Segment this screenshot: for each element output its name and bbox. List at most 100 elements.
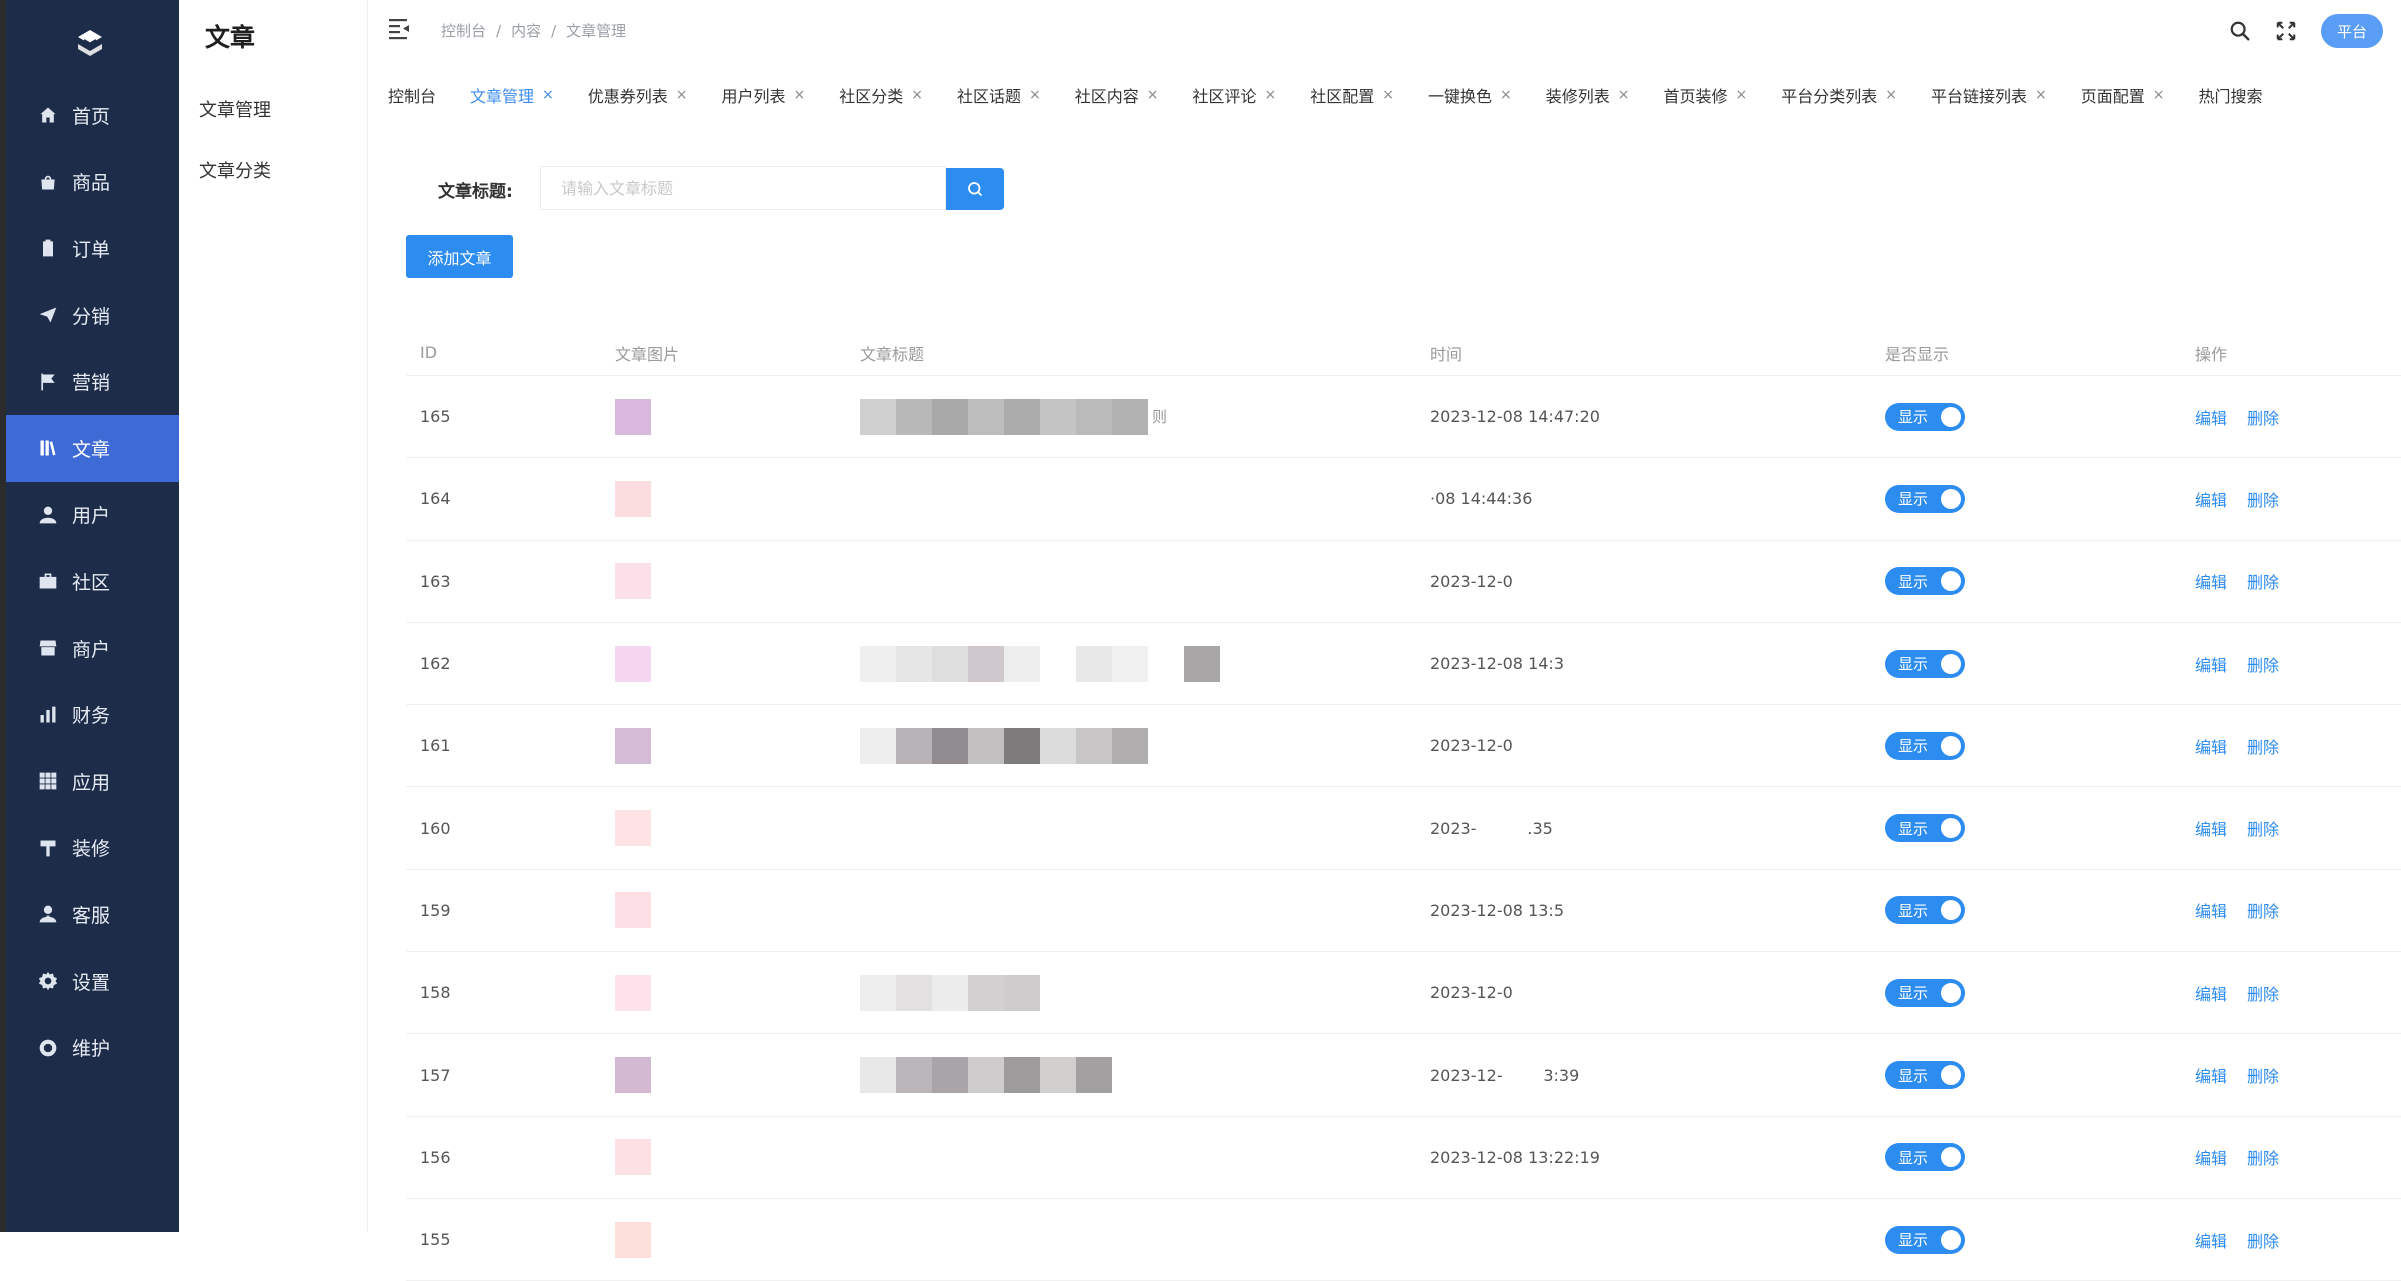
sidebar-item-4[interactable]: 营销 [6, 348, 179, 415]
close-icon[interactable]: × [911, 87, 923, 103]
user-avatar[interactable]: 平台 [2321, 14, 2383, 48]
tab-9[interactable]: 一键换色 × [1428, 83, 1512, 107]
article-thumbnail[interactable] [615, 1057, 651, 1094]
add-article-button[interactable]: 添加文章 [406, 235, 513, 278]
article-thumbnail[interactable] [615, 398, 651, 435]
sidebar-item-6[interactable]: 用户 [6, 482, 179, 549]
close-icon[interactable]: × [1029, 87, 1041, 103]
breadcrumb-item[interactable]: 内容 [511, 22, 541, 40]
collapse-menu-icon[interactable] [387, 16, 411, 40]
close-icon[interactable]: × [1265, 87, 1277, 103]
edit-button[interactable]: 编辑 [2195, 656, 2227, 675]
article-thumbnail[interactable] [615, 974, 651, 1011]
delete-button[interactable]: 删除 [2247, 1149, 2279, 1168]
tab-10[interactable]: 装修列表 × [1546, 83, 1630, 107]
edit-button[interactable]: 编辑 [2195, 738, 2227, 757]
tab-6[interactable]: 社区内容 × [1075, 83, 1159, 107]
article-thumbnail[interactable] [615, 727, 651, 764]
edit-button[interactable]: 编辑 [2195, 1232, 2227, 1251]
edit-button[interactable]: 编辑 [2195, 985, 2227, 1004]
sidebar-item-7[interactable]: 社区 [6, 548, 179, 615]
sidebar-item-10[interactable]: 应用 [6, 748, 179, 815]
delete-button[interactable]: 删除 [2247, 1232, 2279, 1251]
tab-5[interactable]: 社区话题 × [957, 83, 1041, 107]
visible-toggle[interactable]: 显示 [1885, 1061, 1965, 1090]
article-thumbnail[interactable] [615, 1139, 651, 1176]
tab-13[interactable]: 平台链接列表 × [1931, 83, 2047, 107]
delete-button[interactable]: 删除 [2247, 1067, 2279, 1086]
search-icon[interactable] [2229, 20, 2251, 42]
tab-8[interactable]: 社区配置 × [1310, 83, 1394, 107]
sidebar-item-1[interactable]: 商品 [6, 149, 179, 216]
article-thumbnail[interactable] [615, 892, 651, 929]
visible-toggle[interactable]: 显示 [1885, 484, 1965, 513]
visible-toggle[interactable]: 显示 [1885, 731, 1965, 760]
visible-toggle[interactable]: 显示 [1885, 567, 1965, 596]
tab-15[interactable]: 热门搜索 [2199, 83, 2263, 107]
breadcrumb-item[interactable]: 控制台 [441, 22, 486, 40]
edit-button[interactable]: 编辑 [2195, 1067, 2227, 1086]
delete-button[interactable]: 删除 [2247, 820, 2279, 839]
close-icon[interactable]: × [2153, 87, 2165, 103]
article-thumbnail[interactable] [615, 1221, 651, 1258]
delete-button[interactable]: 删除 [2247, 656, 2279, 675]
tab-2[interactable]: 优惠券列表 × [588, 83, 688, 107]
close-icon[interactable]: × [2035, 87, 2047, 103]
delete-button[interactable]: 删除 [2247, 902, 2279, 921]
article-thumbnail[interactable] [615, 645, 651, 682]
sidebar-item-11[interactable]: 装修 [6, 815, 179, 882]
subnav-article-category[interactable]: 文章分类 [199, 157, 271, 183]
article-thumbnail[interactable] [615, 563, 651, 600]
edit-button[interactable]: 编辑 [2195, 1149, 2227, 1168]
tab-0[interactable]: 控制台 [388, 83, 436, 107]
close-icon[interactable]: × [1885, 87, 1897, 103]
close-icon[interactable]: × [1500, 87, 1512, 103]
tab-14[interactable]: 页面配置 × [2081, 83, 2165, 107]
edit-button[interactable]: 编辑 [2195, 820, 2227, 839]
delete-button[interactable]: 删除 [2247, 491, 2279, 510]
close-icon[interactable]: × [1618, 87, 1630, 103]
visible-toggle[interactable]: 显示 [1885, 402, 1965, 431]
sidebar-item-0[interactable]: 首页 [6, 82, 179, 149]
article-thumbnail[interactable] [615, 480, 651, 517]
visible-toggle[interactable]: 显示 [1885, 1143, 1965, 1172]
tab-3[interactable]: 用户列表 × [722, 83, 806, 107]
article-thumbnail[interactable] [615, 810, 651, 847]
visible-toggle[interactable]: 显示 [1885, 896, 1965, 925]
article-title-search-input[interactable] [540, 166, 946, 210]
delete-button[interactable]: 删除 [2247, 573, 2279, 592]
sidebar-item-5[interactable]: 文章 [6, 414, 179, 482]
edit-button[interactable]: 编辑 [2195, 902, 2227, 921]
sidebar-item-12[interactable]: 客服 [6, 881, 179, 948]
tab-11[interactable]: 首页装修 × [1664, 83, 1748, 107]
subnav-article-manage[interactable]: 文章管理 [199, 96, 271, 122]
tab-4[interactable]: 社区分类 × [839, 83, 923, 107]
search-button[interactable] [946, 168, 1004, 210]
close-icon[interactable]: × [676, 87, 688, 103]
delete-button[interactable]: 删除 [2247, 985, 2279, 1004]
tab-1[interactable]: 文章管理 × [470, 83, 554, 107]
sidebar-item-3[interactable]: 分销 [6, 282, 179, 349]
edit-button[interactable]: 编辑 [2195, 573, 2227, 592]
fullscreen-icon[interactable] [2275, 20, 2297, 42]
visible-toggle[interactable]: 显示 [1885, 1225, 1965, 1254]
visible-toggle[interactable]: 显示 [1885, 649, 1965, 678]
tab-7[interactable]: 社区评论 × [1193, 83, 1277, 107]
close-icon[interactable]: × [1147, 87, 1159, 103]
close-icon[interactable]: × [1382, 87, 1394, 103]
delete-button[interactable]: 删除 [2247, 738, 2279, 757]
sidebar-item-9[interactable]: 财务 [6, 681, 179, 748]
sidebar-item-14[interactable]: 维护 [6, 1014, 179, 1081]
close-icon[interactable]: × [542, 87, 554, 103]
edit-button[interactable]: 编辑 [2195, 409, 2227, 428]
edit-button[interactable]: 编辑 [2195, 491, 2227, 510]
close-icon[interactable]: × [794, 87, 806, 103]
sidebar-item-8[interactable]: 商户 [6, 615, 179, 682]
app-logo[interactable] [66, 20, 114, 68]
tab-12[interactable]: 平台分类列表 × [1781, 83, 1897, 107]
close-icon[interactable]: × [1736, 87, 1748, 103]
visible-toggle[interactable]: 显示 [1885, 978, 1965, 1007]
visible-toggle[interactable]: 显示 [1885, 814, 1965, 843]
sidebar-item-2[interactable]: 订单 [6, 215, 179, 282]
delete-button[interactable]: 删除 [2247, 409, 2279, 428]
